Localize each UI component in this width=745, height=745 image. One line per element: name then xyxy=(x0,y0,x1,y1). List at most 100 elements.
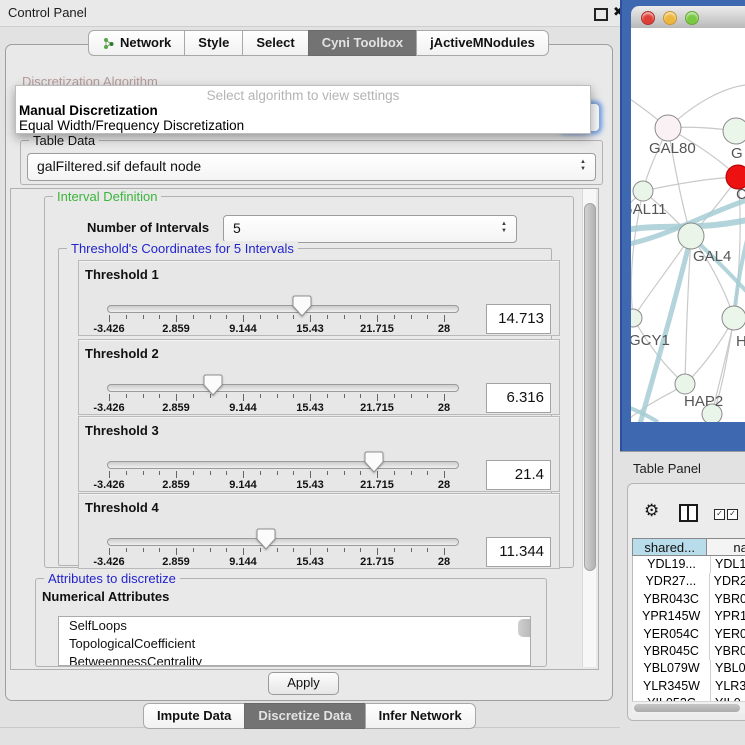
tab-label: Style xyxy=(198,31,229,55)
slider-track[interactable] xyxy=(107,461,459,469)
stepper-arrows-icon: ▲▼ xyxy=(500,221,508,235)
slider-track[interactable] xyxy=(107,384,459,392)
table-panel-title: Table Panel xyxy=(633,461,701,476)
attribute-list-item[interactable]: BetweennessCentrality xyxy=(59,653,530,666)
column-header-name[interactable]: na xyxy=(706,538,745,556)
table-row[interactable]: YDR27...YDR2 xyxy=(633,573,745,590)
table-row[interactable]: YPR145WYPR1 xyxy=(633,608,745,625)
table-row[interactable]: YBR043CYBR0 xyxy=(633,591,745,608)
network-node[interactable] xyxy=(723,118,745,144)
network-icon xyxy=(102,37,115,50)
tab-jactivemnodules[interactable]: jActiveMNodules xyxy=(416,30,549,56)
threshold-value-field[interactable]: 11.344 xyxy=(486,537,551,567)
float-window-icon[interactable] xyxy=(594,8,608,21)
bottom-tabbar: Impute Data Discretize Data Infer Networ… xyxy=(143,703,476,729)
close-traffic-light[interactable] xyxy=(641,11,655,25)
table-row[interactable]: YBL079WYBL0 xyxy=(633,660,745,677)
tab-infer-network[interactable]: Infer Network xyxy=(365,703,476,729)
numerical-attributes-label: Numerical Attributes xyxy=(42,589,169,604)
attribute-list-item[interactable]: TopologicalCoefficient xyxy=(59,635,530,653)
table-row[interactable]: YLR345WYLR3 xyxy=(633,678,745,695)
threshold-label: Threshold 3 xyxy=(85,423,159,438)
network-node-label: C xyxy=(736,186,745,203)
list-scrollbar-thumb[interactable] xyxy=(518,619,531,637)
network-node-label: GAL80 xyxy=(649,140,696,157)
table-row[interactable]: YDL19...YDL1 xyxy=(633,556,745,573)
network-canvas[interactable]: GAL80GCGAL11GAL4GCY1HHAP2 xyxy=(631,28,745,422)
network-node-label: H xyxy=(736,333,745,350)
table-data-combobox[interactable]: galFiltered.sif default node ▲▼ xyxy=(27,153,596,181)
slider-track[interactable] xyxy=(107,538,459,546)
slider-handle[interactable] xyxy=(364,451,384,473)
tab-label: Select xyxy=(256,31,294,55)
tab-discretize-data[interactable]: Discretize Data xyxy=(244,703,365,729)
network-node[interactable] xyxy=(678,223,704,249)
thresholds-group-label: Threshold's Coordinates for 5 Intervals xyxy=(67,241,298,256)
scrollbar-thumb[interactable] xyxy=(634,704,740,712)
tab-impute-data[interactable]: Impute Data xyxy=(143,703,245,729)
tab-label: Impute Data xyxy=(157,704,231,728)
algorithm-dropdown-popup: Select algorithm to view settings Manual… xyxy=(15,85,591,134)
threshold-value-field[interactable]: 14.713 xyxy=(486,304,551,334)
threshold-panel-4: Threshold 4 -3.4262.8599.14415.4321.7152… xyxy=(78,493,560,569)
threshold-panel-3: Threshold 3 -3.4262.8599.14415.4321.7152… xyxy=(78,416,560,492)
network-node[interactable] xyxy=(722,306,745,330)
network-window-titlebar[interactable] xyxy=(631,6,745,29)
slider-handle[interactable] xyxy=(203,374,223,396)
network-node-label: HAP2 xyxy=(684,393,723,410)
numerical-attributes-list[interactable]: SelfLoopsTopologicalCoefficientBetweenne… xyxy=(58,616,531,666)
minimize-traffic-light[interactable] xyxy=(663,11,677,25)
slider-track[interactable] xyxy=(107,305,459,313)
tab-select[interactable]: Select xyxy=(242,30,308,56)
stepper-arrows-icon: ▲▼ xyxy=(579,159,587,173)
top-tabbar: Network Style Select Cyni Toolbox jActiv… xyxy=(88,30,549,56)
tab-label: Infer Network xyxy=(379,704,462,728)
checkbox-icon[interactable]: ✓ xyxy=(714,509,725,520)
table-rows: YDL19...YDL1YDR27...YDR2YBR043CYBR0YPR14… xyxy=(632,556,745,701)
scrollbar-thumb[interactable] xyxy=(584,203,596,571)
threshold-label: Threshold 2 xyxy=(85,346,159,361)
tab-label: Network xyxy=(120,31,171,55)
tab-cyni-toolbox[interactable]: Cyni Toolbox xyxy=(308,30,417,56)
network-node[interactable] xyxy=(631,309,642,327)
tab-label: Discretize Data xyxy=(258,704,351,728)
vertical-scrollbar[interactable] xyxy=(582,189,596,667)
network-node-label: GCY1 xyxy=(631,332,670,349)
control-panel-titlebar: Control Panel ✖ xyxy=(0,0,620,27)
number-of-intervals-value: 5 xyxy=(233,220,241,236)
network-node-label: G xyxy=(731,145,743,162)
dropdown-option-equal-width[interactable]: Equal Width/Frequency Discretization xyxy=(19,118,244,133)
table-data-group: Table Data galFiltered.sif default node … xyxy=(20,140,603,185)
table-row[interactable]: YER054CYER0 xyxy=(633,626,745,643)
threshold-panel-2: Threshold 2 -3.4262.8599.14415.4321.7152… xyxy=(78,339,560,415)
table-row[interactable]: YBR045CYBR0 xyxy=(633,643,745,660)
apply-button[interactable]: Apply xyxy=(268,672,339,695)
threshold-panel-1: Threshold 1 -3.4262.8599.14415.4321.7152… xyxy=(78,260,560,336)
split-columns-icon[interactable] xyxy=(679,504,698,522)
slider-handle[interactable] xyxy=(292,295,312,317)
tab-label: Cyni Toolbox xyxy=(322,31,403,55)
horizontal-scrollbar[interactable] xyxy=(632,701,745,714)
column-header-shared[interactable]: shared... xyxy=(632,538,707,556)
table-panel-window: ⚙ ✓ ✓ shared... na YDL19...YDL1YDR27...Y… xyxy=(627,483,745,721)
dropdown-option-manual[interactable]: Manual Discretization xyxy=(19,103,158,118)
network-graph: GAL80GCGAL11GAL4GCY1HHAP2 xyxy=(631,28,745,422)
zoom-traffic-light[interactable] xyxy=(685,11,699,25)
slider-handle[interactable] xyxy=(256,528,276,550)
network-node[interactable] xyxy=(675,374,695,394)
number-of-intervals-combobox[interactable]: 5 ▲▼ xyxy=(223,215,517,243)
interval-definition-group: Interval Definition Number of Intervals … xyxy=(44,196,574,568)
table-header-row: shared... na xyxy=(632,538,745,556)
gear-icon[interactable]: ⚙ xyxy=(644,501,659,521)
attributes-group-label: Attributes to discretize xyxy=(44,571,180,586)
network-node[interactable] xyxy=(633,181,653,201)
attribute-list-item[interactable]: SelfLoops xyxy=(59,617,530,635)
network-node[interactable] xyxy=(655,115,681,141)
network-node-label: GAL4 xyxy=(693,248,731,265)
threshold-value-field[interactable]: 21.4 xyxy=(486,460,551,490)
threshold-value-field[interactable]: 6.316 xyxy=(486,383,551,413)
control-panel: Control Panel ✖ Network Style Select Cyn… xyxy=(0,0,620,745)
tab-style[interactable]: Style xyxy=(184,30,243,56)
tab-network[interactable]: Network xyxy=(88,30,185,56)
checkbox-icon[interactable]: ✓ xyxy=(727,509,738,520)
